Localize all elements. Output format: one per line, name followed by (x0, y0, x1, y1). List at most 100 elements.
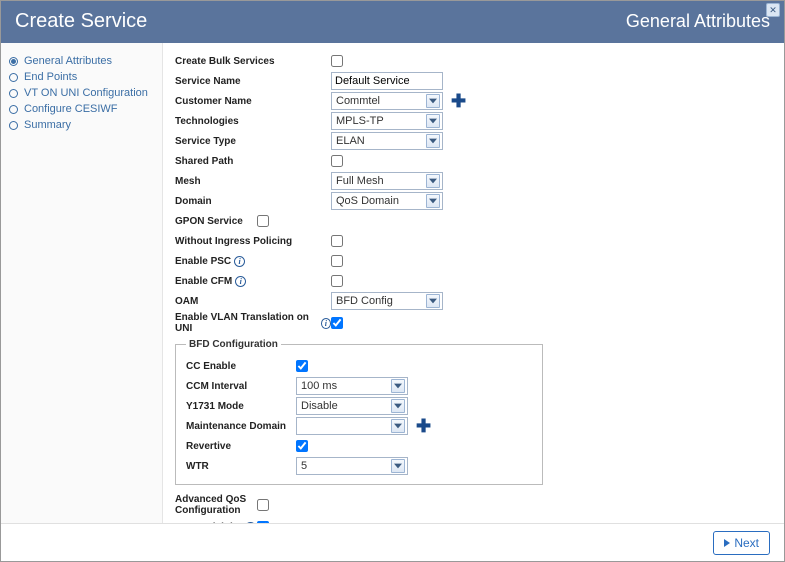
checkbox-shared-path[interactable] (331, 155, 343, 167)
bfd-legend: BFD Configuration (186, 339, 281, 350)
checkbox-enable-vlan[interactable] (331, 317, 343, 329)
next-button-label: Next (734, 536, 759, 550)
info-icon[interactable]: i (321, 318, 331, 329)
label-enable-cfm: Enable CFMi (175, 276, 331, 287)
label-without-ingress: Without Ingress Policing (175, 236, 331, 247)
select-oam[interactable]: BFD Config (331, 292, 443, 310)
label-mesh: Mesh (175, 176, 331, 187)
select-service-type[interactable]: ELAN (331, 132, 443, 150)
checkbox-enable-psc[interactable] (331, 255, 343, 267)
close-icon[interactable]: ✕ (766, 3, 780, 17)
sidebar-item-vt-on-uni[interactable]: VT ON UNI Configuration (9, 85, 154, 101)
row-create-bulk: Create Bulk Services (175, 51, 762, 71)
row-y1731: Y1731 Mode Disable (186, 396, 532, 416)
select-value: MPLS-TP (336, 115, 384, 127)
header-bar: Create Service General Attributes (1, 1, 784, 43)
row-shared-path: Shared Path (175, 151, 762, 171)
select-value: 100 ms (301, 380, 337, 392)
checkbox-srlg[interactable] (257, 521, 269, 523)
bfd-fieldset: BFD Configuration CC Enable CCM Interval… (175, 339, 543, 485)
select-ccm-interval[interactable]: 100 ms (296, 377, 408, 395)
info-icon[interactable]: i (234, 256, 245, 267)
checkbox-cc-enable[interactable] (296, 360, 308, 372)
row-oam: OAM BFD Config (175, 291, 762, 311)
form-scroll-area[interactable]: Create Bulk Services Service Name Custom… (163, 43, 784, 523)
label-srlg: SRLG Disjoint i (175, 522, 257, 524)
chevron-down-icon (391, 379, 405, 393)
sidebar-item-label: Configure CESIWF (24, 103, 118, 115)
label-ccm-interval: CCM Interval (186, 381, 296, 392)
row-enable-vlan: Enable VLAN Translation on UNI i (175, 311, 762, 335)
label-enable-vlan: Enable VLAN Translation on UNI i (175, 312, 331, 334)
row-revertive: Revertive (186, 436, 532, 456)
sidebar-item-end-points[interactable]: End Points (9, 69, 154, 85)
chevron-down-icon (426, 134, 440, 148)
row-service-name: Service Name (175, 71, 762, 91)
row-customer-name: Customer Name Commtel ✚ (175, 91, 762, 111)
row-advanced-qos: Advanced QoS Configuration (175, 493, 762, 517)
label-advanced-qos: Advanced QoS Configuration (175, 494, 257, 516)
select-value: Full Mesh (336, 175, 384, 187)
chevron-down-icon (391, 399, 405, 413)
footer-bar: Next (1, 523, 784, 561)
select-wtr[interactable]: 5 (296, 457, 408, 475)
row-cc-enable: CC Enable (186, 356, 532, 376)
label-customer-name: Customer Name (175, 96, 331, 107)
select-customer-name[interactable]: Commtel (331, 92, 443, 110)
row-technologies: Technologies MPLS-TP (175, 111, 762, 131)
checkbox-without-ingress[interactable] (331, 235, 343, 247)
row-enable-cfm: Enable CFMi (175, 271, 762, 291)
label-enable-psc: Enable PSCi (175, 256, 331, 267)
checkbox-enable-cfm[interactable] (331, 275, 343, 287)
select-technologies[interactable]: MPLS-TP (331, 112, 443, 130)
sidebar-item-label: General Attributes (24, 55, 112, 67)
row-ccm-interval: CCM Interval 100 ms (186, 376, 532, 396)
arrow-right-icon (724, 539, 730, 547)
info-icon[interactable]: i (245, 522, 256, 524)
select-value: 5 (301, 460, 307, 472)
checkbox-gpon[interactable] (257, 215, 269, 227)
label-shared-path: Shared Path (175, 156, 331, 167)
label-service-type: Service Type (175, 136, 331, 147)
chevron-down-icon (426, 94, 440, 108)
chevron-down-icon (426, 194, 440, 208)
row-srlg: SRLG Disjoint i (175, 517, 762, 523)
select-y1731[interactable]: Disable (296, 397, 408, 415)
chevron-down-icon (426, 294, 440, 308)
label-oam: OAM (175, 296, 331, 307)
select-maint-domain[interactable] (296, 417, 408, 435)
label-maint-domain: Maintenance Domain (186, 421, 296, 432)
row-mesh: Mesh Full Mesh (175, 171, 762, 191)
sidebar-item-label: VT ON UNI Configuration (24, 87, 148, 99)
label-create-bulk: Create Bulk Services (175, 56, 331, 67)
add-maint-domain-icon[interactable]: ✚ (416, 417, 431, 435)
checkbox-advanced-qos[interactable] (257, 499, 269, 511)
select-value: BFD Config (336, 295, 393, 307)
select-mesh[interactable]: Full Mesh (331, 172, 443, 190)
add-customer-icon[interactable]: ✚ (451, 92, 466, 110)
label-technologies: Technologies (175, 116, 331, 127)
wizard-sidebar: General Attributes End Points VT ON UNI … (1, 43, 163, 523)
select-value: QoS Domain (336, 195, 399, 207)
page-title: Create Service (15, 10, 147, 33)
row-enable-psc: Enable PSCi (175, 251, 762, 271)
sidebar-item-summary[interactable]: Summary (9, 117, 154, 133)
checkbox-create-bulk[interactable] (331, 55, 343, 67)
sidebar-item-configure-cesiwf[interactable]: Configure CESIWF (9, 101, 154, 117)
sidebar-item-label: Summary (24, 119, 71, 131)
input-service-name[interactable] (331, 72, 443, 90)
step-bullet-icon (9, 57, 18, 66)
step-bullet-icon (9, 73, 18, 82)
step-bullet-icon (9, 105, 18, 114)
label-y1731: Y1731 Mode (186, 401, 296, 412)
chevron-down-icon (391, 419, 405, 433)
step-bullet-icon (9, 121, 18, 130)
checkbox-revertive[interactable] (296, 440, 308, 452)
sidebar-item-general-attributes[interactable]: General Attributes (9, 53, 154, 69)
chevron-down-icon (426, 174, 440, 188)
select-domain[interactable]: QoS Domain (331, 192, 443, 210)
info-icon[interactable]: i (235, 276, 246, 287)
select-value: Disable (301, 400, 338, 412)
select-value: ELAN (336, 135, 365, 147)
next-button[interactable]: Next (713, 531, 770, 555)
